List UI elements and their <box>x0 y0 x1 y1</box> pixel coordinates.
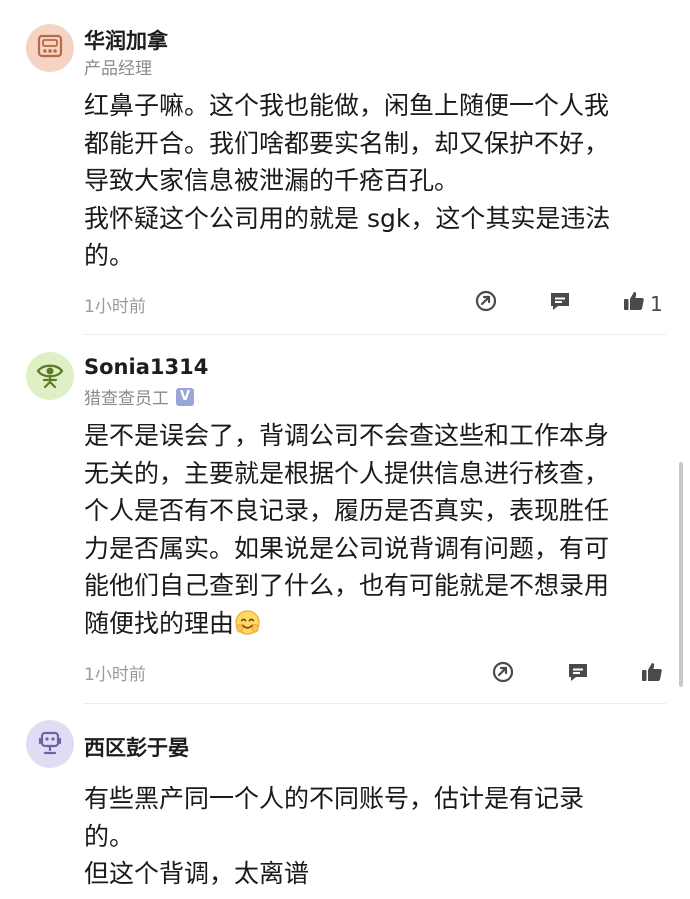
author-name[interactable]: Sonia1314 <box>84 355 208 379</box>
comment-line: 我怀疑这个公司用的就是 sgk，这个其实是违法 <box>84 203 611 233</box>
share-button[interactable] <box>474 289 498 318</box>
comment-text: 红鼻子嘛。这个我也能做，闲鱼上随便一个人我 都能开合。我们啥都要实名制，却又保护… <box>84 87 669 275</box>
author-name[interactable]: 西区彭于晏 <box>84 732 189 762</box>
comment-text: 有些黑产同一个人的不同账号，估计是有记录 的。 但这个背调，太离谱 <box>84 780 669 893</box>
avatar[interactable] <box>26 720 74 768</box>
like-count: 1 <box>650 291 663 316</box>
comment-line: 随便找的理由 <box>84 608 235 638</box>
comment-line: 力是否属实。如果说是公司说背调有问题，有可 <box>84 533 610 563</box>
like-button[interactable]: 1 <box>622 289 663 318</box>
robot-face-icon <box>35 727 65 761</box>
comment-line: 的。 <box>84 821 135 851</box>
reply-button[interactable] <box>548 289 572 318</box>
comment-line-with-emoji: 随便找的理由 <box>84 605 669 647</box>
comment-line: 能他们自己查到了什么，也有可能就是不想录用 <box>84 571 610 601</box>
role-label: 猎查查员工 <box>84 389 169 409</box>
comment-line: 是不是误会了，背调公司不会查这些和工作本身 <box>84 421 610 450</box>
avatar[interactable] <box>26 352 74 400</box>
divider <box>84 703 666 704</box>
comment-line: 红鼻子嘛。这个我也能做，闲鱼上随便一个人我 <box>84 91 610 120</box>
comment-line: 的。 <box>84 241 135 271</box>
comment-line: 无关的，主要就是根据个人提供信息进行核查， <box>84 458 610 488</box>
share-button[interactable] <box>491 660 515 689</box>
author-name[interactable]: 华润加拿 <box>84 25 168 55</box>
verified-badge: V <box>176 387 194 406</box>
comment-bubble-icon <box>566 660 590 689</box>
comment-line: 个人是否有不良记录，履历是否真实，表现胜任 <box>84 496 610 526</box>
like-button[interactable] <box>640 660 664 689</box>
comment-bubble-icon <box>548 289 572 318</box>
author-role: 猎查查员工 V <box>84 384 194 409</box>
cassette-robot-icon <box>35 31 65 65</box>
comment-line: 都能开合。我们啥都要实名制，却又保护不好， <box>84 128 610 158</box>
role-label: 产品经理 <box>84 59 152 79</box>
divider <box>84 334 666 335</box>
thumbs-up-icon <box>622 289 646 318</box>
comment-line: 导致大家信息被泄漏的千疮百孔。 <box>84 166 460 196</box>
share-icon <box>474 289 498 318</box>
comment-text: 是不是误会了，背调公司不会查这些和工作本身 无关的，主要就是根据个人提供信息进行… <box>84 417 669 647</box>
thumbs-up-icon <box>640 660 664 689</box>
reply-button[interactable] <box>566 660 590 689</box>
smiling-face-emoji <box>234 609 261 647</box>
author-role: 产品经理 <box>84 54 152 79</box>
comment-time: 1小时前 <box>84 665 146 685</box>
avatar[interactable] <box>26 24 74 72</box>
comment-line: 但这个背调，太离谱 <box>84 859 310 889</box>
comment-time: 1小时前 <box>84 297 146 317</box>
eye-figure-icon <box>34 358 66 394</box>
scrollbar[interactable] <box>679 462 683 687</box>
share-icon <box>491 660 515 689</box>
comment-line: 有些黑产同一个人的不同账号，估计是有记录 <box>84 784 585 813</box>
